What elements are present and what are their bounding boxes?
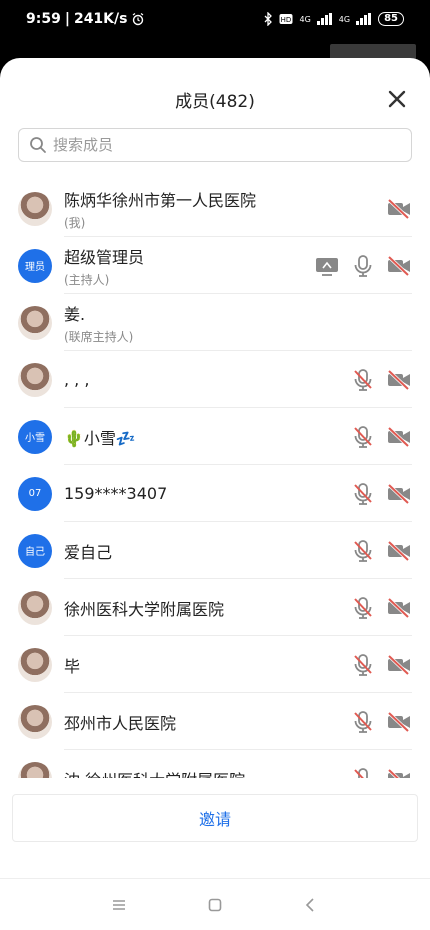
network-type-2: 4G	[338, 14, 351, 24]
avatar: 理员	[18, 248, 52, 283]
member-name: 毕	[64, 656, 81, 676]
member-row[interactable]: 07 159****3407	[0, 465, 430, 522]
invite-label[interactable]: 邀请	[199, 806, 231, 830]
member-actions	[350, 465, 412, 522]
avatar: 小雪	[18, 419, 52, 454]
member-name: 沈 徐州医科大学附属医院	[64, 767, 245, 779]
member-name: 159****3407	[64, 484, 168, 503]
avatar	[18, 590, 52, 625]
microphone-muted-icon[interactable]	[350, 425, 376, 449]
search-input[interactable]	[53, 136, 411, 154]
member-name: , , ,	[64, 370, 90, 389]
member-name: 徐州医科大学附属医院	[64, 599, 225, 619]
avatar: 07	[18, 476, 52, 511]
camera-off-icon[interactable]	[386, 710, 412, 734]
avatar	[18, 191, 52, 226]
member-actions	[350, 750, 412, 778]
member-name: 爱自己	[64, 542, 113, 562]
member-name: 🌵小雪💤	[64, 428, 136, 448]
member-role: (我)	[64, 215, 86, 230]
camera-off-icon[interactable]	[386, 596, 412, 620]
member-row[interactable]: 邳州市人民医院	[0, 693, 430, 750]
system-nav-bar	[0, 878, 430, 930]
avatar	[18, 362, 52, 397]
microphone-muted-icon[interactable]	[350, 767, 376, 779]
camera-off-icon[interactable]	[386, 482, 412, 506]
camera-off-icon[interactable]	[386, 767, 412, 779]
member-row[interactable]: 沈 徐州医科大学附属医院	[0, 750, 430, 778]
member-row[interactable]: 徐州医科大学附属医院	[0, 579, 430, 636]
camera-off-icon[interactable]	[386, 254, 412, 278]
member-name: 超级管理员	[64, 247, 145, 267]
microphone-muted-icon[interactable]	[350, 710, 376, 734]
avatar	[18, 761, 52, 778]
home-icon[interactable]	[206, 896, 224, 914]
member-row[interactable]: 陈炳华徐州市第一人民医院 (我)	[0, 180, 430, 237]
battery-icon: 85	[378, 12, 404, 26]
member-actions	[350, 693, 412, 750]
network-speed: 241K/s	[73, 11, 128, 27]
member-actions	[314, 237, 412, 294]
clock: 9:59	[26, 11, 61, 27]
member-row[interactable]: 自己 爱自己	[0, 522, 430, 579]
camera-off-icon[interactable]	[386, 425, 412, 449]
member-actions	[350, 636, 412, 693]
member-actions	[386, 180, 412, 237]
member-actions	[350, 351, 412, 408]
alarm-icon	[133, 13, 144, 26]
invite-button[interactable]: 邀请	[12, 794, 418, 842]
member-actions	[350, 579, 412, 636]
search-icon	[30, 137, 46, 153]
microphone-muted-icon[interactable]	[350, 653, 376, 677]
member-list[interactable]: 陈炳华徐州市第一人民医院 (我) 理员 超级管理员 (主持人) 姜. (联席主持人) , , …	[0, 180, 430, 778]
avatar	[18, 647, 52, 682]
page-title: 成员(482)	[175, 91, 255, 112]
status-bar: 9:59 | 241K/s HD 4G 4G 85	[0, 0, 430, 38]
member-role: (联席主持人)	[64, 329, 134, 344]
sheet-header: 成员(482)	[0, 58, 430, 118]
avatar: 自己	[18, 533, 52, 568]
bluetooth-icon	[265, 12, 273, 26]
member-name: 邳州市人民医院	[64, 713, 177, 733]
search-box[interactable]	[18, 128, 412, 162]
member-name: 陈炳华徐州市第一人民医院	[64, 190, 257, 210]
menu-icon[interactable]	[110, 896, 128, 914]
camera-off-icon[interactable]	[386, 368, 412, 392]
camera-off-icon[interactable]	[386, 197, 412, 221]
close-icon[interactable]	[386, 88, 408, 110]
member-row[interactable]: 理员 超级管理员 (主持人)	[0, 237, 430, 294]
member-row[interactable]: , , ,	[0, 351, 430, 408]
svg-text:HD: HD	[281, 16, 292, 24]
member-row[interactable]: 毕	[0, 636, 430, 693]
member-row[interactable]: 姜. (联席主持人)	[0, 294, 430, 351]
camera-off-icon[interactable]	[386, 539, 412, 563]
signal-icon	[316, 13, 332, 25]
microphone-muted-icon[interactable]	[350, 368, 376, 392]
member-role: (主持人)	[64, 272, 110, 287]
avatar	[18, 305, 52, 340]
member-row[interactable]: 小雪 🌵小雪💤	[0, 408, 430, 465]
screen-share-icon[interactable]	[314, 254, 340, 278]
member-actions	[350, 522, 412, 579]
microphone-muted-icon[interactable]	[350, 482, 376, 506]
microphone-muted-icon[interactable]	[350, 596, 376, 620]
signal-icon	[356, 13, 372, 25]
camera-off-icon[interactable]	[386, 653, 412, 677]
status-right: HD 4G 4G 85	[263, 12, 404, 26]
hd-icon: HD	[279, 14, 293, 24]
status-left: 9:59 | 241K/s	[26, 11, 145, 27]
network-type-1: 4G	[299, 14, 311, 24]
avatar	[18, 704, 52, 739]
microphone-muted-icon[interactable]	[350, 539, 376, 563]
microphone-icon[interactable]	[350, 254, 376, 278]
member-actions	[350, 408, 412, 465]
back-icon[interactable]	[302, 896, 320, 914]
member-name: 姜.	[64, 304, 86, 324]
members-sheet: 成员(482) 陈炳华徐州市第一人民医院 (我) 理员超级管理员 (主持人) 姜. (联席…	[0, 58, 430, 930]
